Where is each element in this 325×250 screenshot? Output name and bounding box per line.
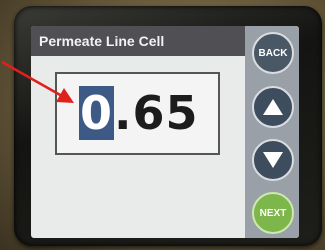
photo-background: Permeate Line Cell 0.65 BACK NEXT (0, 0, 325, 250)
annotation-arrow-icon (1, 60, 74, 103)
